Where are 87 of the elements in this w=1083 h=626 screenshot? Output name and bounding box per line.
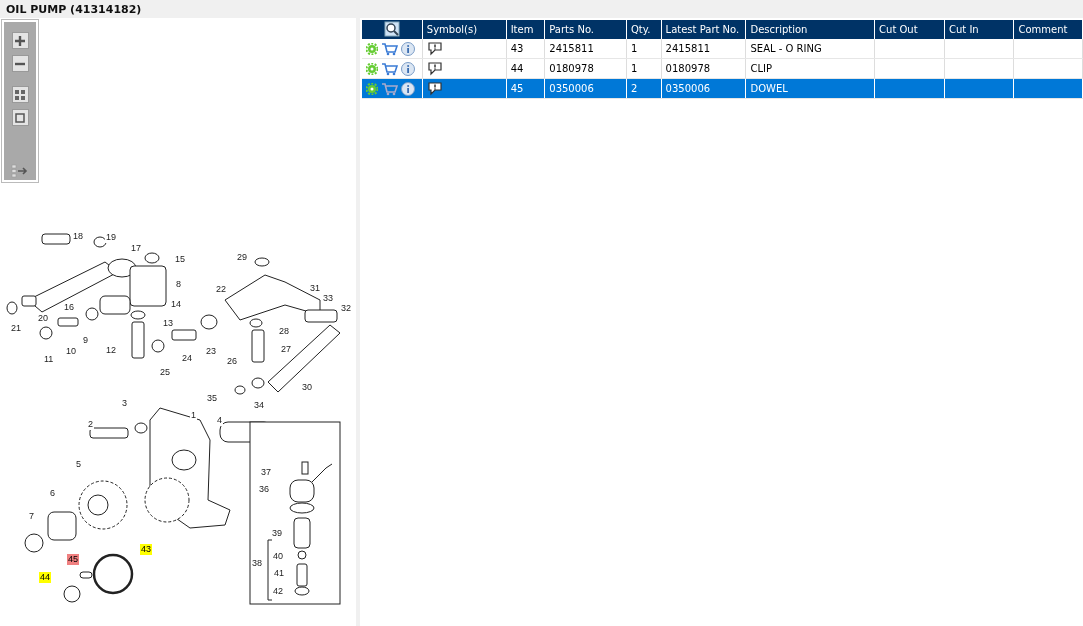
callout-number[interactable]: 40 xyxy=(272,551,284,562)
column-header[interactable]: Parts No. xyxy=(544,20,627,39)
callout-number[interactable]: 12 xyxy=(105,345,117,356)
note-bubble-icon[interactable] xyxy=(426,79,443,96)
callout-number[interactable]: 27 xyxy=(280,344,292,355)
callout-number[interactable]: 24 xyxy=(181,353,193,364)
callout-number[interactable]: 23 xyxy=(205,346,217,357)
table-cell: 0180978 xyxy=(661,58,746,79)
list-arrow-icon xyxy=(11,163,29,178)
cart-icon[interactable] xyxy=(381,41,398,56)
column-header[interactable]: Latest Part No. xyxy=(661,20,746,39)
column-header[interactable]: Qty. xyxy=(626,20,662,39)
parts-row[interactable]: 45 0350006 2 0350006 DOWEL xyxy=(362,78,1083,99)
callout-number[interactable]: 33 xyxy=(322,293,334,304)
callout-number[interactable]: 32 xyxy=(340,303,352,314)
column-header[interactable]: Cut Out xyxy=(874,20,945,39)
note-bubble-icon[interactable] xyxy=(426,59,443,76)
table-cell: CLIP xyxy=(745,58,875,79)
table-cell: 2415811 xyxy=(544,39,627,59)
callout-number[interactable]: 13 xyxy=(162,318,174,329)
table-cell: SEAL - O RING xyxy=(745,39,875,59)
callout-number[interactable]: 41 xyxy=(273,568,285,579)
actual-size-button[interactable] xyxy=(11,109,29,126)
callout-number[interactable]: 22 xyxy=(215,284,227,295)
plus-icon xyxy=(13,33,27,48)
callout-number[interactable]: 35 xyxy=(206,393,218,404)
parts-row[interactable]: 43 2415811 1 2415811 SEAL - O RING xyxy=(362,39,1083,59)
callout-number[interactable]: 43 xyxy=(140,544,152,555)
zoom-out-button[interactable] xyxy=(11,55,29,72)
callout-number[interactable]: 4 xyxy=(216,415,223,426)
table-cell: 43 xyxy=(506,39,545,59)
callout-number[interactable]: 15 xyxy=(174,254,186,265)
column-header[interactable]: Description xyxy=(745,20,875,39)
callout-number[interactable]: 28 xyxy=(278,326,290,337)
callout-number[interactable]: 36 xyxy=(258,484,270,495)
callout-number[interactable]: 26 xyxy=(226,356,238,367)
callout-number[interactable]: 39 xyxy=(271,528,283,539)
callout-number[interactable]: 9 xyxy=(82,335,89,346)
parts-list-button[interactable] xyxy=(10,162,30,179)
gear-icon[interactable] xyxy=(366,82,378,95)
info-icon[interactable] xyxy=(401,41,415,56)
column-header[interactable]: Comment xyxy=(1013,20,1083,39)
callout-number[interactable]: 6 xyxy=(49,488,56,499)
column-header[interactable]: Symbol(s) xyxy=(422,20,507,39)
column-header[interactable]: Item xyxy=(506,20,545,39)
callout-number[interactable]: 20 xyxy=(37,313,49,324)
fit-view-button[interactable] xyxy=(11,86,29,103)
callout-number[interactable]: 45 xyxy=(67,554,79,565)
callout-number[interactable]: 19 xyxy=(105,232,117,243)
info-icon[interactable] xyxy=(401,61,415,76)
callout-number[interactable]: 34 xyxy=(253,400,265,411)
callout-number[interactable]: 30 xyxy=(301,382,313,393)
callout-number[interactable]: 2 xyxy=(87,419,94,430)
callout-number[interactable]: 38 xyxy=(251,558,263,569)
callout-number[interactable]: 29 xyxy=(236,252,248,263)
callout-number[interactable]: 11 xyxy=(43,354,55,365)
table-cell: 44 xyxy=(506,58,545,79)
callout-number[interactable]: 3 xyxy=(121,398,128,409)
grid-icon xyxy=(13,87,27,102)
callout-number[interactable]: 5 xyxy=(75,459,82,470)
table-cell: 1 xyxy=(626,39,662,59)
cart-icon[interactable] xyxy=(381,61,398,76)
callout-number[interactable]: 42 xyxy=(272,586,284,597)
parts-row[interactable]: 44 0180978 1 0180978 CLIP xyxy=(362,58,1083,79)
square-icon xyxy=(13,110,27,125)
callout-number[interactable]: 21 xyxy=(10,323,22,334)
callout-number[interactable]: 25 xyxy=(159,367,171,378)
note-bubble-icon[interactable] xyxy=(426,39,443,56)
callout-number[interactable]: 14 xyxy=(170,299,182,310)
zoom-in-button[interactable] xyxy=(11,32,29,49)
callout-number[interactable]: 1 xyxy=(190,410,197,421)
callout-number[interactable]: 18 xyxy=(72,231,84,242)
assembly-title: OIL PUMP (41314182) xyxy=(6,2,142,16)
table-cell: 2415811 xyxy=(661,39,746,59)
callout-number[interactable]: 44 xyxy=(39,572,51,583)
callout-number[interactable]: 7 xyxy=(28,511,35,522)
callout-number[interactable]: 31 xyxy=(309,283,321,294)
callout-number[interactable]: 16 xyxy=(63,302,75,313)
column-header[interactable]: Cut In xyxy=(944,20,1014,39)
callout-number[interactable]: 8 xyxy=(175,279,182,290)
column-header[interactable] xyxy=(362,20,423,39)
table-cell: 0180978 xyxy=(544,58,627,79)
info-icon[interactable] xyxy=(401,81,415,96)
callout-number[interactable]: 10 xyxy=(65,346,77,357)
table-cell: 1 xyxy=(626,58,662,79)
callout-number[interactable]: 37 xyxy=(260,467,272,478)
callout-number[interactable]: 17 xyxy=(130,243,142,254)
